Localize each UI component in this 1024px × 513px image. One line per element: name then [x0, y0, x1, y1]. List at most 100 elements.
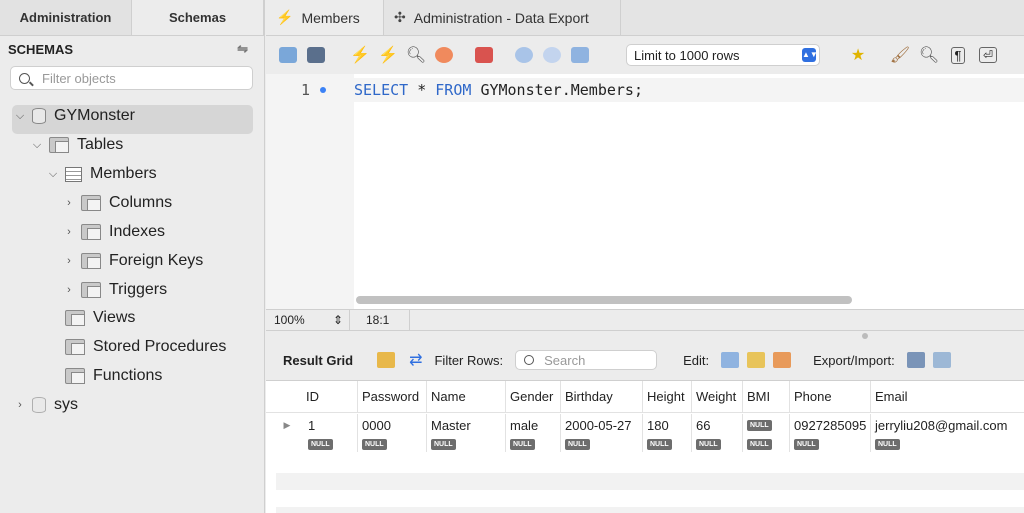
code-line[interactable]: 1 SELECT * FROM GYMonster.Members; [266, 78, 1024, 102]
execute-icon[interactable]: ⚡ [346, 42, 374, 68]
filter-objects-input[interactable]: Filter objects [10, 66, 253, 90]
column-header[interactable]: BMI [743, 381, 790, 412]
result-grid[interactable]: ID Password Name Gender Birthday Height … [266, 380, 1024, 513]
save-icon[interactable] [302, 42, 330, 68]
chevron-right-icon[interactable]: › [14, 399, 26, 411]
cell-weight[interactable]: 66 [692, 414, 743, 436]
tree-node-tables[interactable]: ⌵ Tables [31, 131, 123, 159]
refresh-icon[interactable]: ⇄ [409, 350, 422, 370]
chevron-down-icon[interactable]: ⌵ [31, 139, 43, 152]
add-snippet-icon[interactable]: ★ [844, 42, 872, 68]
folder-icon [49, 137, 69, 153]
tree-node-triggers[interactable]: › Triggers [63, 276, 167, 304]
tab-label: Administration - Data Export [413, 9, 589, 26]
column-header[interactable]: Name [427, 381, 506, 412]
insert-row-icon[interactable] [747, 352, 766, 368]
new-row[interactable]: NULL NULL NULL NULL NULL NULL NULL NULL … [266, 436, 1024, 452]
dropdown-arrow-icon: ▲▼ [802, 48, 818, 62]
tab-members[interactable]: ⚡ Members [266, 0, 384, 35]
schemas-title: SCHEMAS [8, 41, 74, 57]
tree-label: Triggers [109, 281, 168, 298]
edit-row-icon[interactable] [721, 352, 740, 368]
chevron-right-icon[interactable]: › [63, 255, 75, 267]
keyword-from: FROM [435, 81, 472, 99]
tree-label: Indexes [109, 223, 166, 240]
chevron-down-icon[interactable]: ⌵ [47, 168, 59, 181]
column-header[interactable]: Email [871, 381, 1024, 412]
sql-statement[interactable]: SELECT * FROM GYMonster.Members; [354, 78, 1024, 102]
cell-name[interactable]: Master [427, 414, 506, 436]
wrap-lines-icon[interactable]: ⏎ [974, 42, 1002, 68]
sql-editor[interactable]: 1 SELECT * FROM GYMonster.Members; [266, 74, 1024, 309]
folder-icon [81, 224, 101, 240]
grid-view-icon[interactable] [377, 352, 396, 368]
refresh-icon[interactable]: ⇋ [237, 41, 248, 57]
pane-splitter[interactable] [266, 331, 1024, 341]
tree-label: Functions [93, 367, 163, 384]
table-icon [65, 166, 82, 182]
zoom-select[interactable]: 100% ⇕ [266, 310, 350, 330]
table-row[interactable]: ▶ 1 0000 Master male 2000-05-27 180 66 N… [266, 414, 1024, 436]
column-header[interactable]: Height [643, 381, 692, 412]
open-file-icon[interactable] [274, 42, 302, 68]
autocommit-icon[interactable] [566, 42, 594, 68]
cell-id[interactable]: 1 [304, 414, 358, 436]
rollback-icon[interactable] [538, 42, 566, 68]
tree-node-members[interactable]: ⌵ Members [47, 160, 157, 188]
result-grid-title[interactable]: Result Grid [283, 353, 353, 368]
null-badge: NULL [747, 419, 772, 431]
schemas-header: SCHEMAS ⇋ [0, 36, 264, 62]
line-number: 1 [300, 81, 310, 99]
query-panel: ⚡ Members ✣ Administration - Data Export… [266, 0, 1024, 513]
tree-node-gymonster[interactable]: ⌵ GYMonster [14, 102, 135, 130]
horizontal-scrollbar[interactable] [356, 296, 852, 304]
column-header[interactable]: Weight [692, 381, 743, 412]
tree-node-stored-procedures[interactable]: Stored Procedures [47, 333, 226, 361]
column-header[interactable]: Phone [790, 381, 871, 412]
explain-icon[interactable]: 🔍︎ [402, 42, 430, 68]
invisible-chars-icon[interactable]: ¶ [944, 42, 972, 68]
export-icon[interactable] [906, 352, 925, 368]
cell-gender[interactable]: male [506, 414, 561, 436]
tab-administration[interactable]: Administration [0, 0, 132, 35]
find-icon[interactable]: 🔍︎ [915, 42, 943, 68]
cell-email[interactable]: jerryliu208@gmail.com [871, 414, 1024, 436]
cell-phone[interactable]: 0927285095 [790, 414, 871, 436]
stop-icon[interactable] [430, 42, 458, 68]
database-icon [32, 397, 46, 413]
cell-height[interactable]: 180 [643, 414, 692, 436]
tree-node-indexes[interactable]: › Indexes [63, 218, 165, 246]
limit-rows-select[interactable]: Limit to 1000 rows ▲▼ [626, 44, 820, 66]
cell-password[interactable]: 0000 [358, 414, 427, 436]
chevron-right-icon[interactable]: › [63, 226, 75, 238]
column-header[interactable]: Birthday [561, 381, 643, 412]
column-header[interactable]: ID [302, 381, 358, 412]
delete-row-icon[interactable] [773, 352, 792, 368]
tree-node-views[interactable]: Views [47, 304, 135, 332]
tree-node-functions[interactable]: Functions [47, 362, 162, 390]
chevron-down-icon[interactable]: ⌵ [14, 110, 26, 123]
column-header[interactable]: Password [358, 381, 427, 412]
tree-label: sys [54, 396, 78, 413]
select-star: * [417, 81, 427, 99]
splitter-handle-icon [862, 333, 868, 339]
sql-toolbar: ⚡ ⚡ 🔍︎ Limit to 1000 rows ▲▼ ★ 🖌︎ 🔍︎ ¶ ⏎ [266, 36, 1024, 74]
tab-data-export[interactable]: ✣ Administration - Data Export [384, 0, 621, 35]
tab-schemas[interactable]: Schemas [132, 0, 264, 35]
beautify-icon[interactable]: 🖌︎ [886, 42, 914, 68]
column-header[interactable]: Gender [506, 381, 561, 412]
tree-node-foreign-keys[interactable]: › Foreign Keys [63, 247, 203, 275]
chevron-right-icon[interactable]: › [63, 197, 75, 209]
commit-icon[interactable] [510, 42, 538, 68]
execute-current-icon[interactable]: ⚡ [374, 42, 402, 68]
toggle-error-icon[interactable] [470, 42, 498, 68]
filter-rows-input[interactable]: Search [515, 350, 658, 370]
cell-birthday[interactable]: 2000-05-27 [561, 414, 643, 436]
import-icon[interactable] [932, 352, 951, 368]
database-icon [32, 108, 46, 124]
cell-bmi[interactable]: NULL [743, 414, 790, 436]
chevron-right-icon[interactable]: › [63, 284, 75, 296]
tree-node-columns[interactable]: › Columns [63, 189, 172, 217]
null-badge: NULL [875, 438, 900, 450]
tree-node-sys[interactable]: › sys [14, 391, 78, 419]
